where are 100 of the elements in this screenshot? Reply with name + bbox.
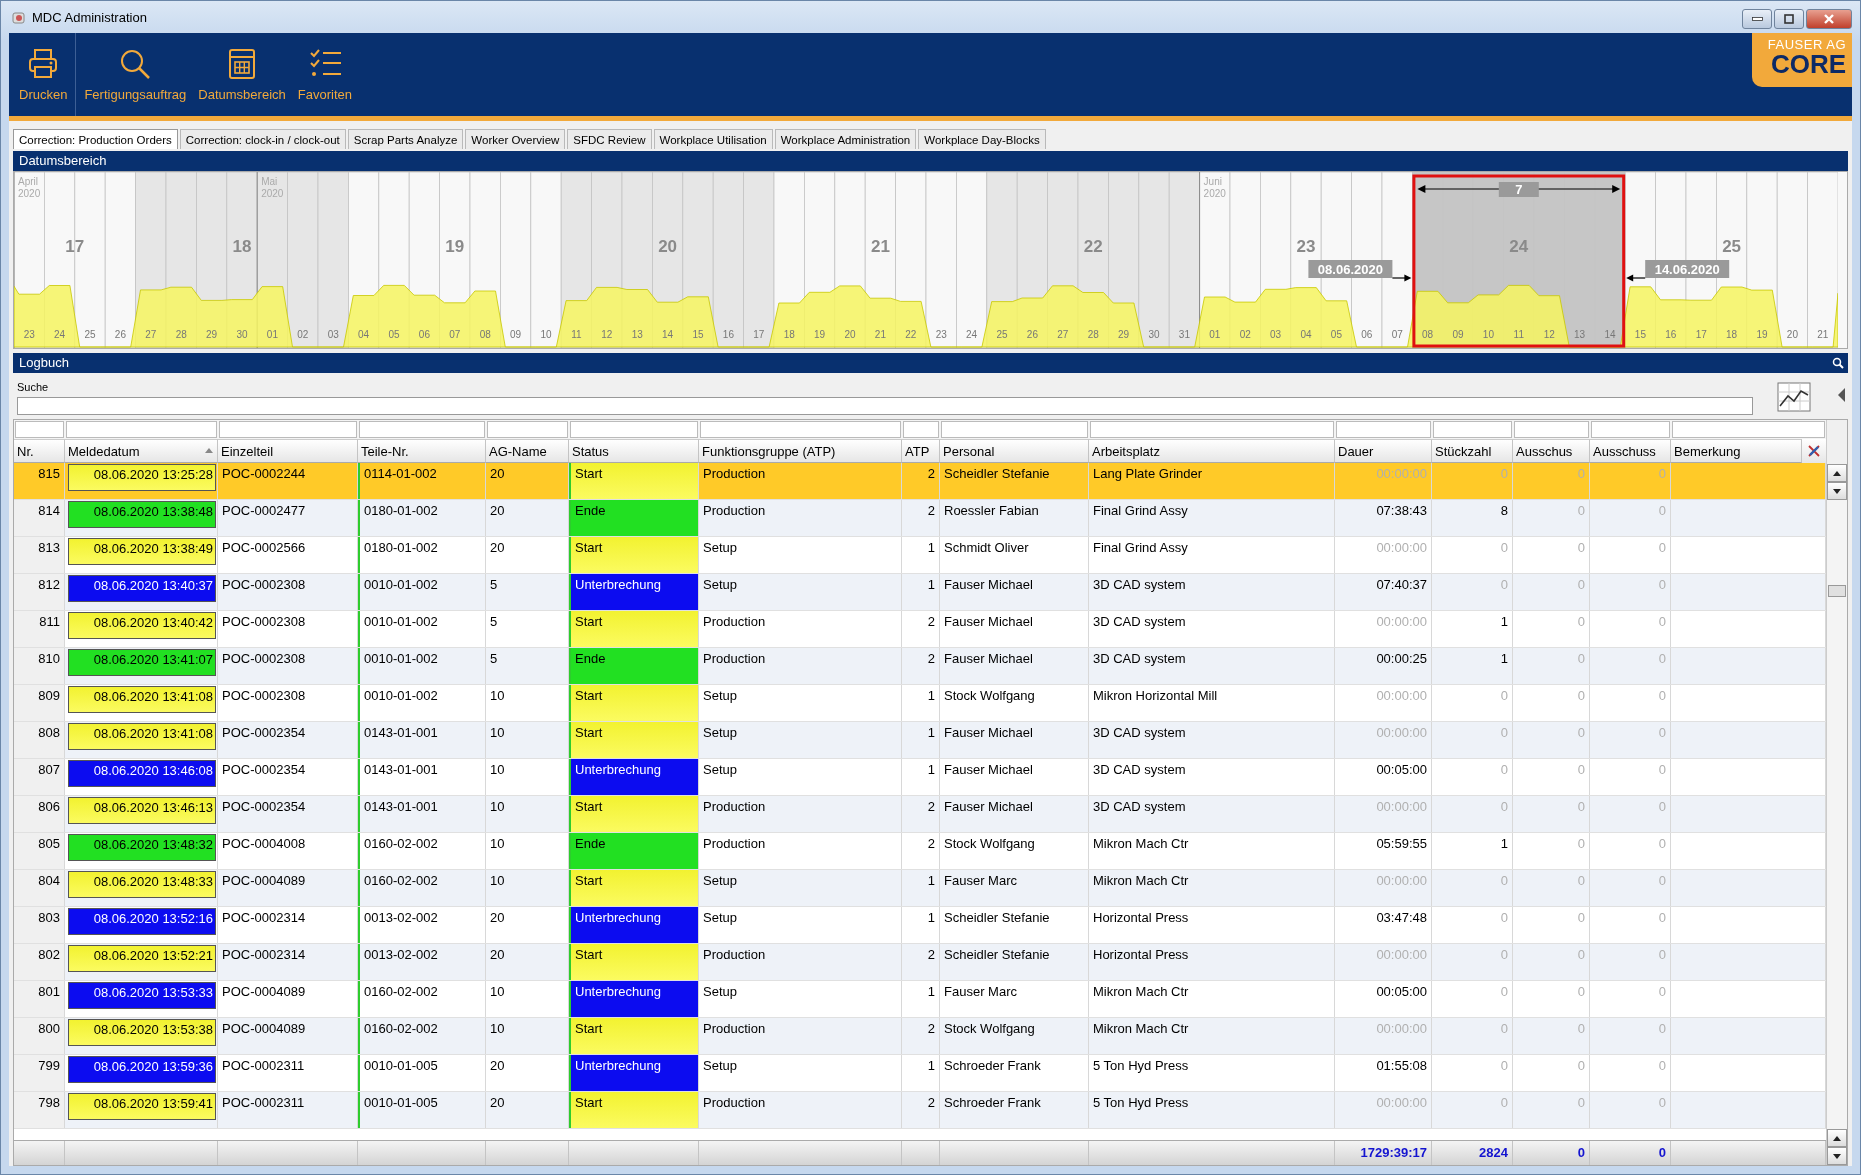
toolbar-button[interactable]: Drucken xyxy=(13,33,77,116)
table-row[interactable]: 812 08.06.2020 13:40:37 POC-0002308 0010-01-002 5 Unterbrechung Setup 1 Fauser Michael 3D CAD system 07:40:37 0 0 0 xyxy=(14,574,1826,611)
table-cell: 802 xyxy=(14,944,65,980)
tab[interactable]: Workplace Day-Blocks xyxy=(918,129,1046,149)
table-cell: 0 xyxy=(1513,537,1590,573)
tab[interactable]: Workplace Administration xyxy=(774,129,917,149)
scroll-up-button[interactable] xyxy=(1827,464,1847,482)
column-header[interactable]: Nr. xyxy=(14,439,65,463)
column-header[interactable]: Ausschus xyxy=(1513,439,1590,463)
filter-field[interactable] xyxy=(570,421,698,438)
toolbar-button[interactable]: Datumsbereich xyxy=(192,33,292,116)
filter-field[interactable] xyxy=(1090,421,1334,438)
table-row[interactable]: 804 08.06.2020 13:48:33 POC-0004089 0160-02-002 10 Start Setup 1 Fauser Marc Mikron Mach Ctr 00:00:00 0 0 0 xyxy=(14,870,1826,907)
column-header[interactable]: Funktionsgruppe (ATP) xyxy=(699,439,902,463)
table-cell: 03:47:48 xyxy=(1335,907,1432,943)
table-cell: 0 xyxy=(1590,685,1671,721)
column-header[interactable]: Meldedatum xyxy=(65,439,218,463)
table-row[interactable]: 810 08.06.2020 13:41:07 POC-0002308 0010-01-002 5 Ende Production 2 Fauser Michael 3D CAD system 00:00:25 1 0 0 xyxy=(14,648,1826,685)
scroll-thumb[interactable] xyxy=(1828,585,1846,597)
table-cell: 2 xyxy=(902,500,940,536)
scroll-down-button[interactable] xyxy=(1827,482,1847,500)
range-length-label: 7 xyxy=(1498,182,1539,197)
tab[interactable]: Correction: Production Orders xyxy=(13,129,178,149)
table-row[interactable]: 813 08.06.2020 13:38:49 POC-0002566 0180-01-002 20 Start Setup 1 Schmidt Oliver Final Grind Assy 00:00:00 0 0 0 xyxy=(14,537,1826,574)
table-cell: 814 xyxy=(14,500,65,536)
table-row[interactable]: 800 08.06.2020 13:53:38 POC-0004089 0160-02-002 10 Start Production 2 Stock Wolfgang Mikron Mach Ctr 00:00:00 0 0 0 xyxy=(14,1018,1826,1055)
day-label: 08 xyxy=(479,329,491,340)
column-header[interactable]: Ausschuss xyxy=(1590,439,1671,463)
filter-field[interactable] xyxy=(1591,421,1670,438)
column-header[interactable]: Dauer xyxy=(1335,439,1432,463)
filter-field[interactable] xyxy=(487,421,568,438)
table-row[interactable]: 806 08.06.2020 13:46:13 POC-0002354 0143-01-001 10 Start Production 2 Fauser Michael 3D CAD system 00:00:00 0 0 0 xyxy=(14,796,1826,833)
toolbar-button[interactable]: Favoriten xyxy=(291,33,358,116)
column-header[interactable]: Arbeitsplatz xyxy=(1089,439,1335,463)
column-header[interactable]: Teile-Nr. xyxy=(358,439,486,463)
tab[interactable]: Scrap Parts Analyze xyxy=(347,129,464,149)
close-button[interactable] xyxy=(1806,9,1852,29)
table-cell: POC-0002308 xyxy=(218,574,358,610)
filter-field[interactable] xyxy=(359,421,485,438)
filter-field[interactable] xyxy=(1433,421,1512,438)
minimize-button[interactable] xyxy=(1742,9,1772,29)
table-cell: 1 xyxy=(902,1055,940,1091)
table-row[interactable]: 811 08.06.2020 13:40:42 POC-0002308 0010-01-002 5 Start Production 2 Fauser Michael 3D CAD system 00:00:00 1 0 0 xyxy=(14,611,1826,648)
column-header[interactable]: Status xyxy=(569,439,699,463)
table-cell: 00:00:00 xyxy=(1335,722,1432,758)
table-row[interactable]: 807 08.06.2020 13:46:08 POC-0002354 0143-01-001 10 Unterbrechung Setup 1 Fauser Michael 3D CAD system 00:05:00 0 0 0 xyxy=(14,759,1826,796)
tab[interactable]: SFDC Review xyxy=(567,129,652,149)
table-cell: 2 xyxy=(902,463,940,499)
scroll-up-button[interactable] xyxy=(1827,1129,1847,1147)
tab[interactable]: Worker Overview xyxy=(465,129,566,149)
table-cell: 2 xyxy=(902,833,940,869)
filter-field[interactable] xyxy=(941,421,1088,438)
table-cell: Fauser Michael xyxy=(940,722,1089,758)
table-cell: 1 xyxy=(1432,611,1513,647)
chart-button[interactable] xyxy=(1777,382,1811,415)
filter-field[interactable] xyxy=(219,421,357,438)
search-field[interactable] xyxy=(17,397,1753,415)
column-header[interactable]: Bemerkung xyxy=(1671,439,1802,463)
day-label: 21 xyxy=(1817,329,1829,340)
maximize-button[interactable] xyxy=(1774,9,1804,29)
table-cell: Production xyxy=(699,796,902,832)
table-cell: 0 xyxy=(1590,759,1671,795)
table-row[interactable]: 809 08.06.2020 13:41:08 POC-0002308 0010-01-002 10 Start Setup 1 Stock Wolfgang Mikron Horizontal Mill 00:00:00 0 0 0 xyxy=(14,685,1826,722)
column-header[interactable]: Einzelteil xyxy=(218,439,358,463)
date-cell: 08.06.2020 13:59:41 xyxy=(68,1093,216,1120)
filter-field[interactable] xyxy=(1514,421,1589,438)
column-chooser-button[interactable] xyxy=(1802,439,1826,463)
day-label: 06 xyxy=(418,329,430,340)
table-row[interactable]: 802 08.06.2020 13:52:21 POC-0002314 0013-02-002 20 Start Production 2 Scheidler Stefanie Horizontal Press 00:00:00 0 0 0 xyxy=(14,944,1826,981)
table-cell: 0 xyxy=(1432,1092,1513,1128)
scroll-down-button[interactable] xyxy=(1827,1147,1847,1165)
column-header[interactable]: AG-Name xyxy=(486,439,569,463)
table-row[interactable]: 803 08.06.2020 13:52:16 POC-0002314 0013-02-002 20 Unterbrechung Setup 1 Scheidler Stefanie Horizontal Press 03:47:48 0 0 0 xyxy=(14,907,1826,944)
filter-field[interactable] xyxy=(1672,421,1825,438)
filter-field[interactable] xyxy=(903,421,939,438)
filter-field[interactable] xyxy=(1336,421,1431,438)
filter-field[interactable] xyxy=(15,421,64,438)
filter-field[interactable] xyxy=(66,421,217,438)
tab[interactable]: Workplace Utilisation xyxy=(653,129,773,149)
table-cell: 00:00:00 xyxy=(1335,870,1432,906)
table-row[interactable]: 798 08.06.2020 13:59:41 POC-0002311 0010-01-005 20 Start Production 2 Schroeder Frank 5 Ton Hyd Press 00:00:00 0 0 0 xyxy=(14,1092,1826,1129)
table-row[interactable]: 799 08.06.2020 13:59:36 POC-0002311 0010-01-005 20 Unterbrechung Setup 1 Schroeder Frank 5 Ton Hyd Press 01:55:08 0 0 0 xyxy=(14,1055,1826,1092)
column-header[interactable]: Personal xyxy=(940,439,1089,463)
table-cell: 0 xyxy=(1590,1092,1671,1128)
filter-field[interactable] xyxy=(700,421,901,438)
table-cell: 07:40:37 xyxy=(1335,574,1432,610)
table-row[interactable]: 815 08.06.2020 13:25:28 POC-0002244 0114-01-002 20 Start Production 2 Scheidler Stefanie Lang Plate Grinder 00:00:00 0 0 0 xyxy=(14,463,1826,500)
table-row[interactable]: 814 08.06.2020 13:38:48 POC-0002477 0180-01-002 20 Ende Production 2 Roessler Fabian Final Grind Assy 07:38:43 8 0 0 xyxy=(14,500,1826,537)
column-header[interactable]: ATP xyxy=(902,439,940,463)
tab[interactable]: Correction: clock-in / clock-out xyxy=(179,129,346,149)
column-header[interactable]: Stückzahl xyxy=(1432,439,1513,463)
day-label: 17 xyxy=(1695,329,1707,340)
table-row[interactable]: 805 08.06.2020 13:48:32 POC-0004008 0160-02-002 10 Ende Production 2 Stock Wolfgang Mikron Mach Ctr 05:59:55 1 0 0 xyxy=(14,833,1826,870)
table-cell: 5 Ton Hyd Press xyxy=(1089,1055,1335,1091)
toolbar-button[interactable]: Fertigungsauftrag xyxy=(78,33,193,116)
table-row[interactable]: 801 08.06.2020 13:53:33 POC-0004089 0160-02-002 10 Unterbrechung Setup 1 Fauser Marc Mikron Mach Ctr 00:05:00 0 0 0 xyxy=(14,981,1826,1018)
table-cell: POC-0004008 xyxy=(218,833,358,869)
table-row[interactable]: 808 08.06.2020 13:41:08 POC-0002354 0143-01-001 10 Start Setup 1 Fauser Michael 3D CAD system 00:00:00 0 0 0 xyxy=(14,722,1826,759)
table-cell: 0 xyxy=(1590,981,1671,1017)
table-cell: 0 xyxy=(1513,722,1590,758)
